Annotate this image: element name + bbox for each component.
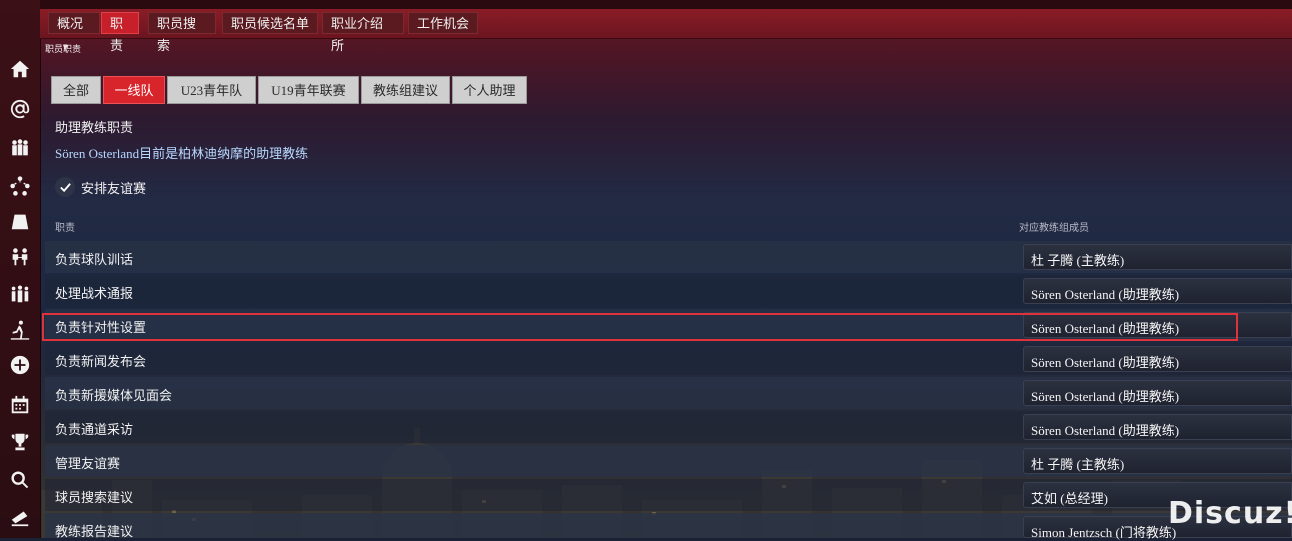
scouting-icon[interactable] (7, 504, 33, 530)
table-row: 球员搜索建议 艾如 (总经理) (45, 479, 1292, 511)
squad-icon[interactable] (7, 135, 33, 161)
duty-label: 球员搜索建议 (55, 490, 134, 505)
staff-dropdown-value: Sören Osterland (助理教练) (1031, 389, 1180, 404)
checkmark-icon[interactable] (55, 177, 75, 197)
section-description[interactable]: Sören Osterland目前是柏林迪纳摩的助理教练 (55, 143, 308, 162)
staff-dropdown-value: Sören Osterland (助理教练) (1031, 321, 1180, 336)
duty-label: 负责新闻发布会 (55, 354, 147, 369)
subtab-first-team[interactable]: 一线队 (103, 76, 165, 104)
table-row: 负责针对性设置 Sören Osterland (助理教练) (45, 309, 1292, 341)
duty-label: 教练报告建议 (55, 524, 134, 539)
staff-dropdown[interactable]: Sören Osterland (助理教练) (1023, 380, 1292, 406)
checkbox-label: 安排友谊赛 (81, 180, 147, 196)
search-icon[interactable] (7, 467, 33, 493)
tab-staff-shortlist[interactable]: 职员候选名单 (222, 12, 318, 34)
duty-label: 负责通道采访 (55, 422, 134, 437)
table-row: 处理战术通报 Sören Osterland (助理教练) (45, 275, 1292, 307)
tab-duties[interactable]: 职责 (101, 12, 139, 53)
table-row: 教练报告建议 Simon Jentzsch (门将教练) (45, 513, 1292, 540)
table-row: 管理友谊赛 杜 子腾 (主教练) (45, 445, 1292, 477)
tab-staff-search[interactable]: 职员搜索 (148, 12, 216, 53)
tab-job-opportunities-label: 工作机会 (417, 16, 470, 31)
calendar-icon[interactable] (7, 392, 33, 418)
tactics-icon[interactable] (7, 173, 33, 199)
duty-label: 管理友谊赛 (55, 456, 121, 471)
tab-job-opportunities[interactable]: 工作机会 (408, 12, 478, 34)
staff-dropdown[interactable]: Sören Osterland (助理教练) (1023, 312, 1292, 338)
staff-dropdown[interactable]: 杜 子腾 (主教练) (1023, 244, 1292, 270)
staff-dropdown[interactable]: Sören Osterland (助理教练) (1023, 414, 1292, 440)
arrange-friendlies-checkbox[interactable]: 安排友谊赛 (55, 177, 146, 197)
staff-dropdown[interactable]: Sören Osterland (助理教练) (1023, 346, 1292, 372)
subtab-u19[interactable]: U19青年联赛 (258, 76, 359, 104)
tab-overview[interactable]: 概况▼ (48, 12, 100, 52)
subtab-staff-advice[interactable]: 教练组建议 (361, 76, 450, 104)
trophy-icon[interactable] (7, 429, 33, 455)
staff-dropdown-value: Sören Osterland (助理教练) (1031, 355, 1180, 370)
tab-overview-label: 概况 (57, 16, 84, 31)
staff-dropdown-value: Sören Osterland (助理教练) (1031, 423, 1180, 438)
watermark: Discuz! (1168, 496, 1292, 531)
staff-dropdown-value: 杜 子腾 (主教练) (1031, 253, 1125, 268)
tab-duties-label: 职责 (110, 16, 124, 53)
sidebar (0, 0, 41, 538)
top-strip (40, 0, 1292, 9)
duty-label: 处理战术通报 (55, 286, 134, 301)
subtab-personal-assistant[interactable]: 个人助理 (452, 76, 527, 104)
table-row: 负责球队训话 杜 子腾 (主教练) (45, 241, 1292, 273)
top-nav: 概况▼ 职责 职员搜索 职员候选名单 职业介绍所 工作机会 (40, 9, 1292, 53)
training-icon[interactable] (7, 317, 33, 343)
column-header-duty: 职责 (55, 223, 75, 234)
table-row: 负责新援媒体见面会 Sören Osterland (助理教练) (45, 377, 1292, 409)
table-row: 负责新闻发布会 Sören Osterland (助理教练) (45, 343, 1292, 375)
training-ground-icon[interactable] (7, 208, 33, 234)
home-icon[interactable] (7, 56, 33, 82)
staff-dropdown-value: 杜 子腾 (主教练) (1031, 457, 1125, 472)
table-row: 负责通道采访 Sören Osterland (助理教练) (45, 411, 1292, 443)
staff-icon[interactable] (7, 244, 33, 270)
team-icon[interactable] (7, 281, 33, 307)
subtab-all[interactable]: 全部 (51, 76, 101, 104)
at-icon[interactable] (7, 96, 33, 122)
column-header-staff: 对应教练组成员 (1019, 223, 1089, 234)
staff-dropdown-value: Simon Jentzsch (门将教练) (1031, 525, 1177, 540)
duty-label: 负责针对性设置 (55, 320, 147, 335)
section-title: 助理教练职责 (55, 120, 134, 135)
breadcrumb: 职员职责 (45, 44, 82, 54)
subtab-u23[interactable]: U23青年队 (167, 76, 256, 104)
plus-icon[interactable] (7, 352, 33, 378)
staff-dropdown-value: 艾如 (总经理) (1031, 491, 1108, 506)
duty-label: 负责球队训话 (55, 252, 134, 267)
staff-dropdown[interactable]: 杜 子腾 (主教练) (1023, 448, 1292, 474)
duty-label: 负责新援媒体见面会 (55, 388, 173, 403)
staff-dropdown-value: Sören Osterland (助理教练) (1031, 287, 1180, 302)
tab-job-centre[interactable]: 职业介绍所 (322, 12, 404, 53)
staff-dropdown[interactable]: Sören Osterland (助理教练) (1023, 278, 1292, 304)
tab-staff-shortlist-label: 职员候选名单 (231, 16, 310, 31)
